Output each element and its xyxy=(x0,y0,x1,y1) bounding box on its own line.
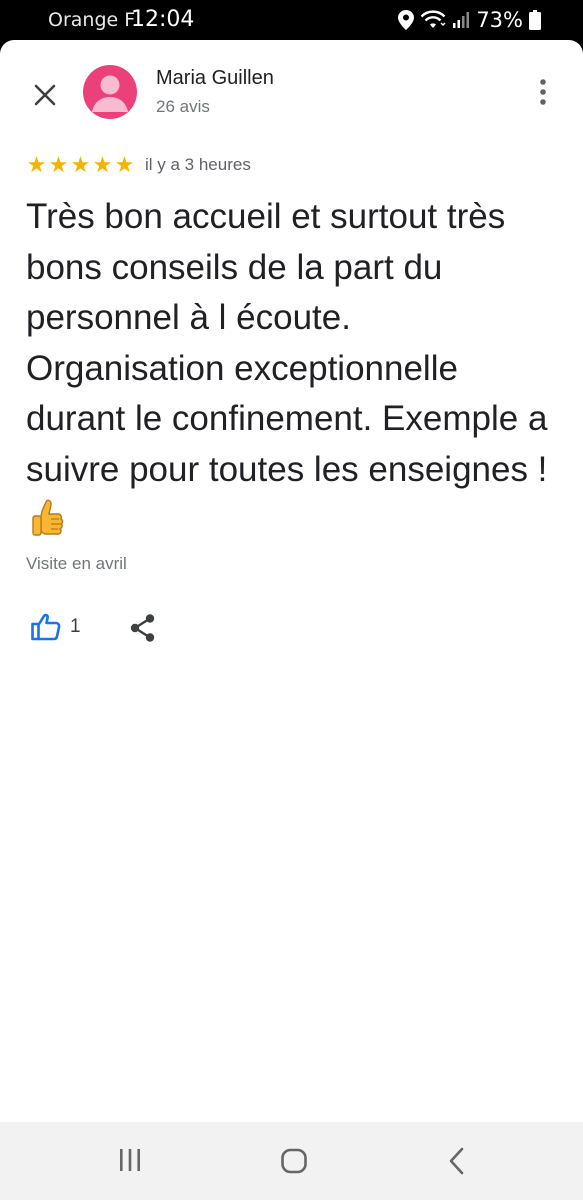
review-sheet: Maria Guillen 26 avis ★ ★ ★ ★ ★ il y a 3… xyxy=(0,40,583,1122)
user-silhouette-icon xyxy=(92,75,128,112)
status-bar: Orange F 12:04 73% xyxy=(0,0,583,40)
author-review-count: 26 avis xyxy=(156,97,210,116)
share-button[interactable] xyxy=(129,613,157,643)
close-button[interactable] xyxy=(26,76,64,114)
more-options-button[interactable] xyxy=(533,76,553,108)
navigation-bar xyxy=(0,1122,583,1200)
home-icon xyxy=(281,1148,307,1174)
battery-percent: 73% xyxy=(476,8,523,32)
star-rating: ★ ★ ★ ★ ★ xyxy=(26,153,135,177)
like-count: 1 xyxy=(70,616,81,637)
author-name[interactable]: Maria Guillen xyxy=(156,67,274,90)
recents-icon xyxy=(120,1149,140,1171)
status-icons: 73% xyxy=(398,6,541,34)
review-text: Très bon accueil et surtout très bons co… xyxy=(26,197,548,489)
review-time: il y a 3 heures xyxy=(145,155,251,174)
close-icon xyxy=(34,84,56,106)
recents-button[interactable] xyxy=(116,1148,144,1177)
signal-icon xyxy=(452,11,470,29)
star-icon: ★ xyxy=(92,152,113,177)
more-vert-icon xyxy=(540,79,546,105)
rating-row: ★ ★ ★ ★ ★ il y a 3 heures xyxy=(26,153,251,177)
star-icon: ★ xyxy=(70,152,91,177)
home-button[interactable] xyxy=(280,1148,308,1179)
star-icon: ★ xyxy=(114,152,135,177)
clock: 12:04 xyxy=(131,7,195,32)
like-button[interactable] xyxy=(30,611,62,643)
back-icon xyxy=(449,1147,464,1175)
thumbs-up-emoji-icon xyxy=(30,499,64,554)
carrier-label: Orange F xyxy=(48,9,136,31)
wifi-icon xyxy=(420,10,446,30)
share-icon xyxy=(130,614,155,642)
thumbs-up-icon xyxy=(31,613,61,641)
review-text-block: Très bon accueil et surtout très bons co… xyxy=(26,192,556,554)
battery-icon xyxy=(529,10,541,30)
star-icon: ★ xyxy=(26,152,47,177)
star-icon: ★ xyxy=(48,152,69,177)
avatar[interactable] xyxy=(83,65,137,119)
location-icon xyxy=(398,10,415,30)
back-button[interactable] xyxy=(446,1147,468,1180)
visit-date: Visite en avril xyxy=(26,554,127,573)
